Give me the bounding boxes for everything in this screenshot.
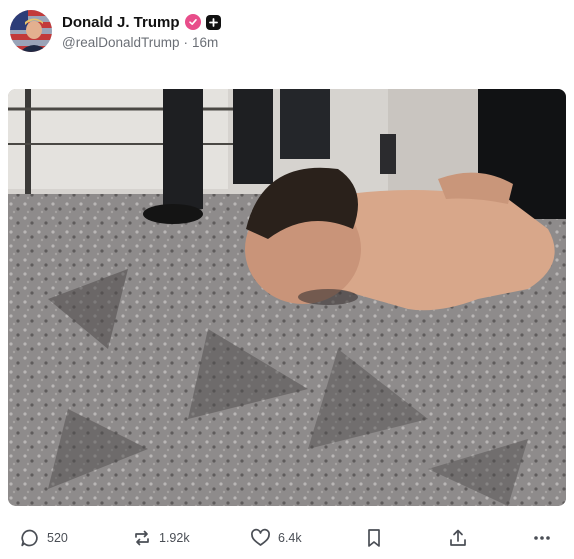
reply-count: 520: [47, 531, 68, 545]
repost-count: 1.92k: [159, 531, 190, 545]
name-row: Donald J. Trump: [62, 12, 221, 32]
verified-icon: [184, 14, 201, 30]
like-button[interactable]: 6.4k: [250, 522, 302, 554]
plus-icon: [205, 14, 221, 30]
bookmark-icon: [368, 529, 380, 547]
reply-button[interactable]: 520: [20, 522, 68, 554]
more-icon: [534, 536, 550, 540]
post-header: Donald J. Trump @realDonaldTrump · 16m: [10, 10, 564, 56]
separator: ·: [183, 35, 189, 50]
avatar[interactable]: [10, 10, 52, 52]
post-image[interactable]: [8, 89, 566, 506]
repost-icon: [135, 530, 149, 546]
handle-row: @realDonaldTrump · 16m: [62, 35, 218, 50]
share-icon: [450, 529, 466, 546]
like-icon: [251, 528, 270, 546]
share-button[interactable]: [448, 522, 468, 554]
repost-button[interactable]: 1.92k: [132, 522, 190, 554]
timestamp[interactable]: 16m: [192, 35, 218, 50]
display-name[interactable]: Donald J. Trump: [62, 14, 180, 31]
reply-icon: [21, 529, 38, 547]
action-bar: 520 1.92k 6.4k: [0, 522, 574, 554]
handle[interactable]: @realDonaldTrump: [62, 35, 180, 50]
bookmark-button[interactable]: [366, 522, 382, 554]
more-button[interactable]: [532, 522, 552, 554]
like-count: 6.4k: [278, 531, 302, 545]
